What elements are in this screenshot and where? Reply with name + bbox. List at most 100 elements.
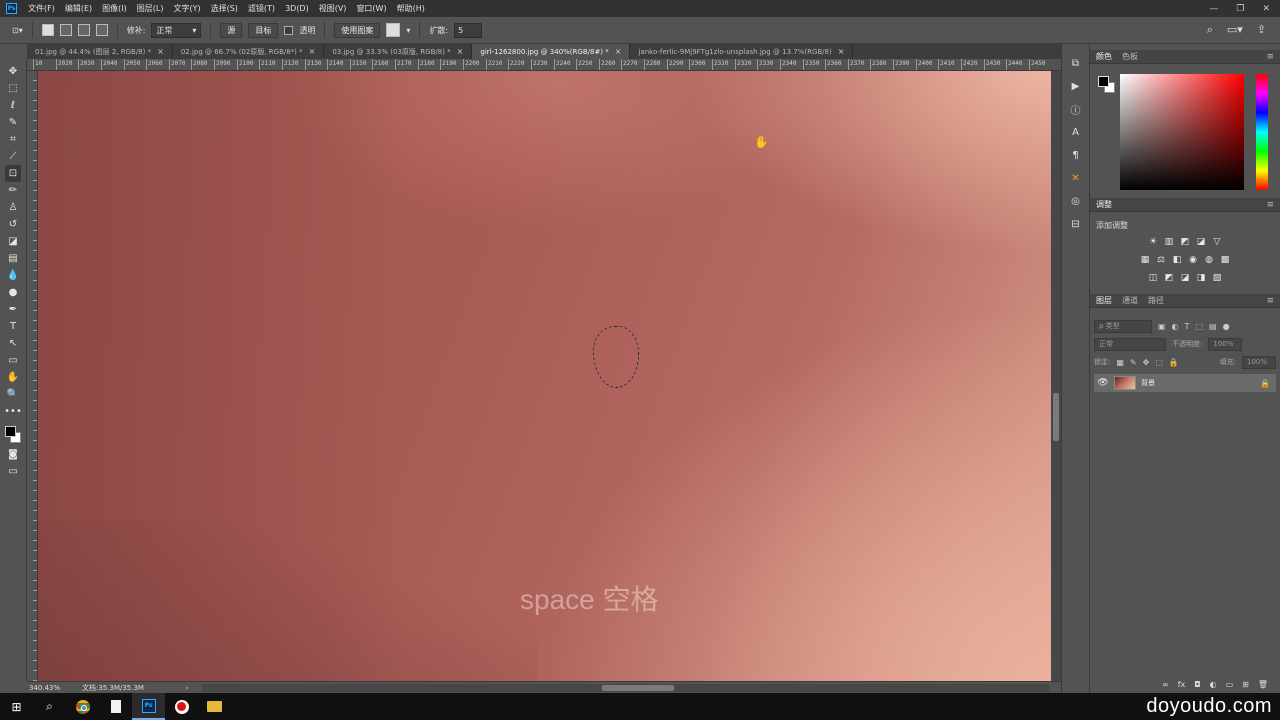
menu-3d[interactable]: 3D(D) bbox=[280, 4, 314, 13]
close-icon[interactable]: × bbox=[157, 47, 164, 56]
menu-file[interactable]: 文件(F) bbox=[23, 3, 60, 14]
menu-image[interactable]: 图像(I) bbox=[97, 3, 132, 14]
character-panel-icon[interactable]: A bbox=[1069, 125, 1083, 139]
tab-02-jpg[interactable]: 02.jpg @ 66.7% (02原版, RGB/8*) * × bbox=[173, 44, 325, 59]
add-selection-icon[interactable] bbox=[59, 24, 72, 36]
gradient-map-icon[interactable]: ▧ bbox=[1212, 272, 1223, 283]
taskbar-file[interactable] bbox=[99, 693, 132, 720]
add-mask-icon[interactable]: ◘ bbox=[1194, 680, 1200, 689]
color-wheel-panel-icon[interactable]: ◎ bbox=[1069, 194, 1083, 208]
status-menu-arrow[interactable]: › bbox=[172, 684, 202, 692]
diffusion-input[interactable]: 5 bbox=[454, 22, 483, 38]
tab-girl-jpg[interactable]: girl-1262800.jpg @ 340%(RGB/8#) * × bbox=[472, 44, 631, 59]
menu-help[interactable]: 帮助(H) bbox=[392, 3, 430, 14]
new-layer-icon[interactable]: ⊞ bbox=[1242, 680, 1249, 689]
vibrance-icon[interactable]: ▽ bbox=[1212, 236, 1223, 247]
eyedropper-tool-icon[interactable]: ⟋ bbox=[5, 148, 21, 165]
patch-tool-icon[interactable]: ⊡ bbox=[5, 165, 21, 182]
close-icon[interactable]: × bbox=[838, 47, 845, 56]
menu-filter[interactable]: 滤镜(T) bbox=[243, 3, 280, 14]
new-adjustment-icon[interactable]: ◐ bbox=[1210, 680, 1217, 689]
share-icon[interactable]: ⇪ bbox=[1257, 23, 1266, 37]
close-icon[interactable]: × bbox=[615, 47, 622, 56]
menu-select[interactable]: 选择(S) bbox=[206, 3, 243, 14]
vertical-scrollbar-thumb[interactable] bbox=[1053, 393, 1059, 441]
dodge-tool-icon[interactable]: ● bbox=[5, 284, 21, 301]
tab-paths[interactable]: 路径 bbox=[1148, 295, 1164, 306]
filter-smart-icon[interactable]: ▤ bbox=[1209, 322, 1217, 331]
shape-tool-icon[interactable]: ▭ bbox=[5, 352, 21, 369]
screen-mode-icon[interactable]: ▭ bbox=[5, 463, 21, 480]
lock-all-icon[interactable]: 🔒 bbox=[1169, 358, 1179, 367]
menu-layer[interactable]: 图层(L) bbox=[132, 3, 169, 14]
libraries-panel-icon[interactable]: ⊟ bbox=[1069, 217, 1083, 231]
pen-tool-icon[interactable]: ✒ bbox=[5, 301, 21, 318]
filter-shape-icon[interactable]: ⬚ bbox=[1195, 322, 1203, 331]
foreground-color-swatch[interactable] bbox=[5, 426, 16, 437]
layer-row-background[interactable]: 👁 背景 🔒 bbox=[1094, 374, 1276, 392]
source-button[interactable]: 源 bbox=[220, 22, 243, 38]
lock-transparent-icon[interactable]: ▦ bbox=[1116, 358, 1124, 367]
tab-layers[interactable]: 图层 bbox=[1096, 295, 1112, 306]
panel-menu-icon[interactable]: ≡ bbox=[1266, 296, 1280, 306]
document-canvas[interactable]: ✋ space 空格 bbox=[38, 71, 1051, 681]
fill-input[interactable]: 100% bbox=[1242, 355, 1276, 369]
horizontal-ruler[interactable]: 10 2020 2030 2040 2050 2060 2070 2080 2090 2100 21… bbox=[27, 59, 1061, 71]
brightness-icon[interactable]: ☀ bbox=[1148, 236, 1159, 247]
workspace-icon[interactable]: ▭▾ bbox=[1227, 23, 1243, 37]
menu-type[interactable]: 文字(Y) bbox=[168, 3, 205, 14]
blur-tool-icon[interactable]: 💧 bbox=[5, 267, 21, 284]
marquee-tool-icon[interactable]: ⬚ bbox=[5, 80, 21, 97]
taskbar-recorder[interactable] bbox=[165, 693, 198, 720]
hue-saturation-icon[interactable]: ▦ bbox=[1140, 254, 1151, 265]
selective-color-icon[interactable]: ◨ bbox=[1196, 272, 1207, 283]
subtract-selection-icon[interactable] bbox=[77, 24, 90, 36]
crop-tool-icon[interactable]: ⌗ bbox=[5, 131, 21, 148]
color-lookup-icon[interactable]: ▩ bbox=[1220, 254, 1231, 265]
intersect-selection-icon[interactable] bbox=[95, 24, 108, 36]
taskbar-explorer[interactable] bbox=[198, 693, 231, 720]
color-swatches-tool[interactable] bbox=[3, 424, 23, 446]
taskbar-chrome[interactable] bbox=[66, 693, 99, 720]
threshold-icon[interactable]: ◪ bbox=[1180, 272, 1191, 283]
search-icon[interactable]: ⌕ bbox=[33, 693, 66, 720]
info-panel-icon[interactable]: ⓘ bbox=[1069, 102, 1083, 117]
more-tools-icon[interactable]: ••• bbox=[4, 403, 22, 420]
visibility-eye-icon[interactable]: 👁 bbox=[1097, 378, 1109, 388]
hue-slider[interactable] bbox=[1256, 74, 1268, 190]
horizontal-scrollbar[interactable] bbox=[202, 683, 1049, 692]
chevron-down-icon[interactable]: ▾ bbox=[406, 26, 410, 35]
lock-position-icon[interactable]: ✥ bbox=[1143, 358, 1150, 367]
quick-select-tool-icon[interactable]: ✎ bbox=[5, 114, 21, 131]
levels-icon[interactable]: ▥ bbox=[1164, 236, 1175, 247]
filter-type-icon[interactable]: T bbox=[1185, 322, 1190, 331]
new-group-icon[interactable]: ▭ bbox=[1226, 680, 1234, 689]
menu-view[interactable]: 视图(V) bbox=[314, 3, 352, 14]
actions-panel-icon[interactable]: ▶ bbox=[1069, 79, 1083, 93]
transparent-checkbox[interactable] bbox=[284, 25, 294, 35]
patch-mode-select[interactable]: 正常 ▾ bbox=[151, 22, 202, 38]
filter-pixel-icon[interactable]: ▣ bbox=[1158, 322, 1166, 331]
color-picker-field[interactable] bbox=[1120, 74, 1244, 190]
lasso-tool-icon[interactable]: ℓ bbox=[5, 97, 21, 114]
windows-start-icon[interactable]: ⊞ bbox=[0, 693, 33, 720]
link-layers-icon[interactable]: ∞ bbox=[1162, 680, 1169, 689]
curves-icon[interactable]: ◩ bbox=[1180, 236, 1191, 247]
zoom-readout[interactable]: 340.43% bbox=[27, 684, 82, 692]
filter-adjustment-icon[interactable]: ◐ bbox=[1172, 322, 1179, 331]
tab-03-jpg[interactable]: 03.jpg @ 33.3% (03原版, RGB/8) * × bbox=[324, 44, 473, 59]
close-icon[interactable]: × bbox=[309, 47, 316, 56]
trash-icon[interactable]: 🗑 bbox=[1258, 680, 1268, 689]
clone-stamp-tool-icon[interactable]: ♙ bbox=[5, 199, 21, 216]
black-white-icon[interactable]: ◧ bbox=[1172, 254, 1183, 265]
tab-channels[interactable]: 通道 bbox=[1122, 295, 1138, 306]
quick-mask-icon[interactable]: ◙ bbox=[5, 446, 21, 463]
close-icon[interactable]: × bbox=[457, 47, 464, 56]
target-button[interactable]: 目标 bbox=[248, 22, 279, 38]
gradient-tool-icon[interactable]: ▤ bbox=[5, 250, 21, 267]
type-tool-icon[interactable]: T bbox=[5, 318, 21, 335]
filter-toggle-icon[interactable]: ● bbox=[1223, 322, 1230, 331]
move-tool-icon[interactable]: ✥ bbox=[5, 63, 21, 80]
channel-mixer-icon[interactable]: ◍ bbox=[1204, 254, 1215, 265]
posterize-icon[interactable]: ◩ bbox=[1164, 272, 1175, 283]
